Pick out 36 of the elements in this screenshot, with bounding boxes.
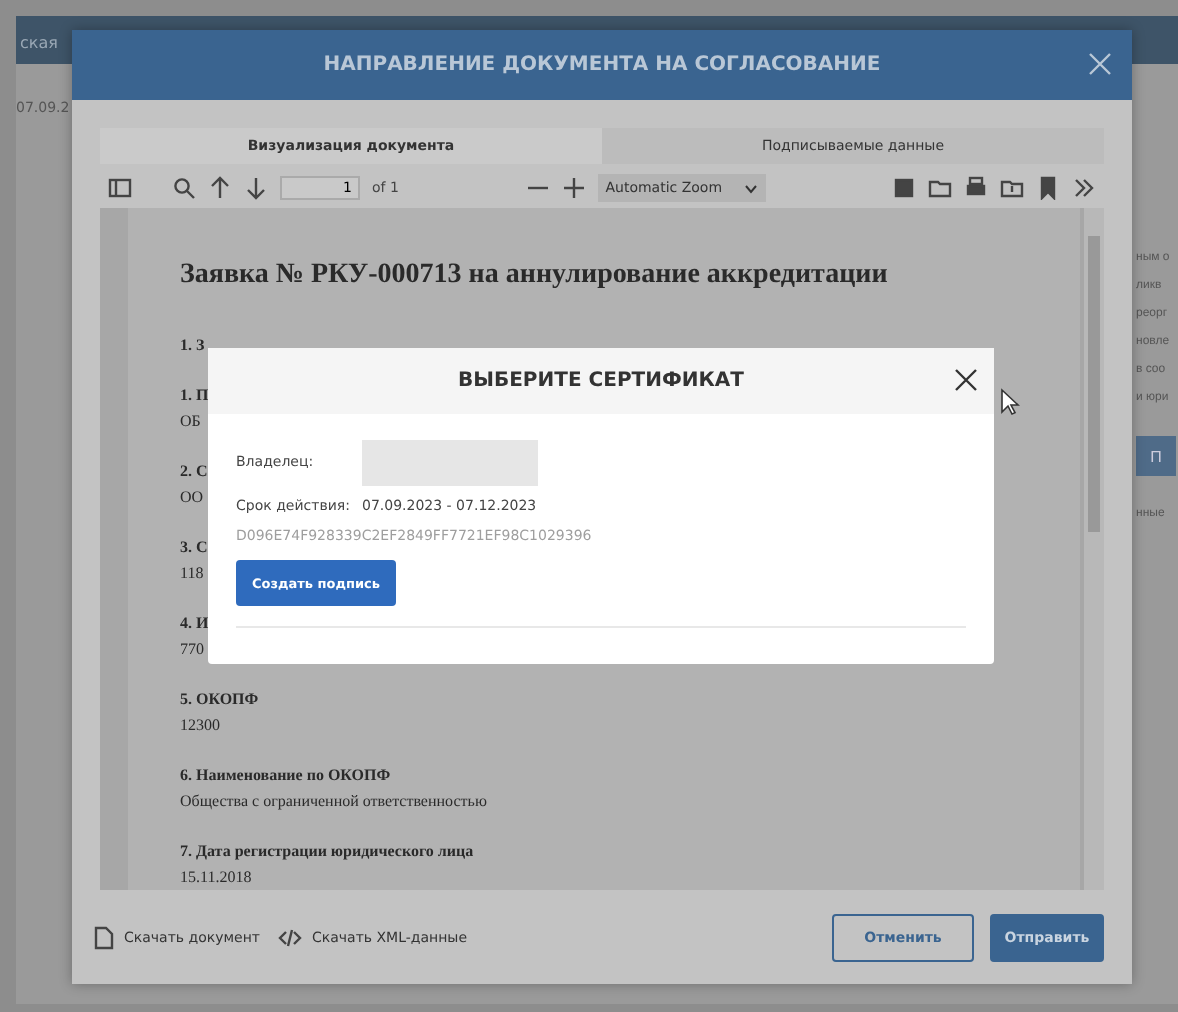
field-value: 770 <box>180 638 204 662</box>
code-icon <box>276 925 304 949</box>
modal-title: ВЫБЕРИТЕ СЕРТИФИКАТ <box>458 370 744 392</box>
arrow-up-icon[interactable] <box>208 176 232 200</box>
document-title: Заявка № РКУ-000713 на аннулирование аккредитации <box>180 260 890 292</box>
field-label: 1. З <box>180 334 205 358</box>
field-label: 6. Наименование по ОКОПФ <box>180 764 391 788</box>
field-label: 7. Дата регистрации юридического лица <box>180 840 474 864</box>
dialog-title: НАПРАВЛЕНИЕ ДОКУМЕНТА НА СОГЛАСОВАНИЕ <box>323 54 881 76</box>
bookmark-icon[interactable] <box>1036 176 1060 200</box>
arrow-down-icon[interactable] <box>244 176 268 200</box>
zoom-in-icon[interactable] <box>561 176 586 200</box>
search-icon[interactable] <box>172 176 196 200</box>
field-value: 118 <box>180 562 204 586</box>
field-label: 1. П <box>180 384 209 408</box>
side-button[interactable]: П <box>1136 436 1176 476</box>
close-icon <box>954 368 978 392</box>
field-label: 2. С <box>180 460 208 484</box>
field-label: 5. ОКОПФ <box>180 688 259 712</box>
field-value: 15.11.2018 <box>180 866 252 890</box>
sidebar-toggle-icon[interactable] <box>108 176 132 200</box>
more-icon[interactable] <box>1072 176 1096 200</box>
print-icon[interactable] <box>964 176 988 200</box>
folder-icon[interactable] <box>928 176 952 200</box>
close-icon <box>1088 52 1112 76</box>
field-value: ОБ <box>180 410 201 434</box>
chevron-down-icon <box>743 183 758 193</box>
document-icon <box>92 923 116 951</box>
field-value: Общества с ограниченной ответственностью <box>180 790 487 814</box>
mouse-cursor-icon <box>1000 388 1020 416</box>
field-value: ОО <box>180 486 204 510</box>
header-text: ская <box>20 34 58 52</box>
scrollbar[interactable] <box>1084 208 1104 890</box>
field-value: 12300 <box>180 714 220 738</box>
field-label: 4. И <box>180 612 209 636</box>
field-label: 3. С <box>180 536 208 560</box>
